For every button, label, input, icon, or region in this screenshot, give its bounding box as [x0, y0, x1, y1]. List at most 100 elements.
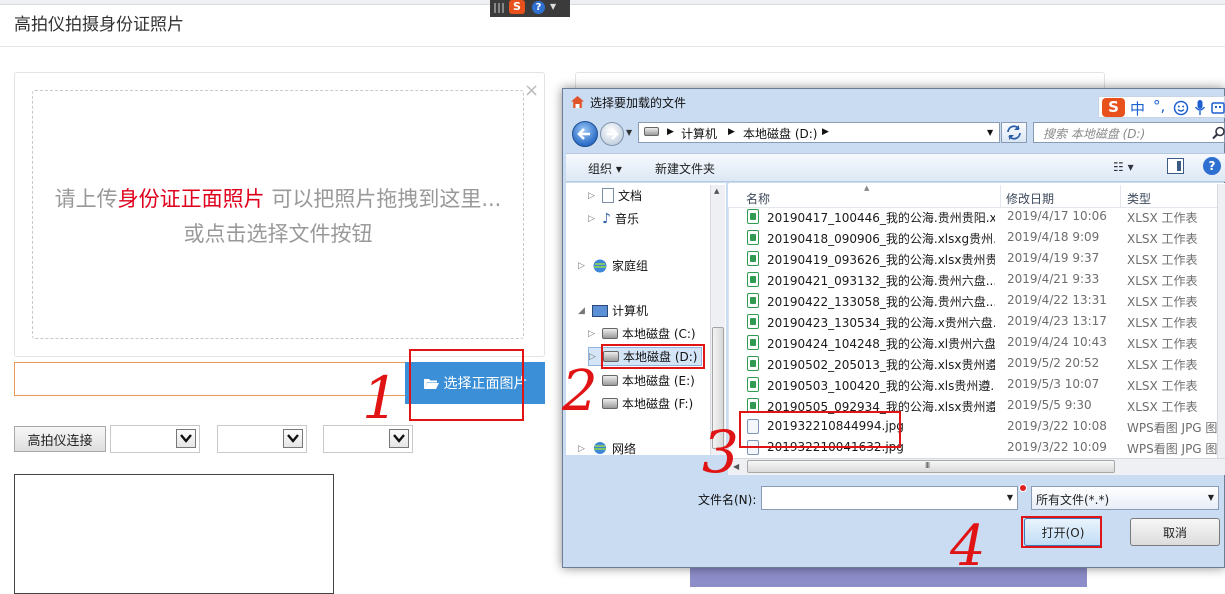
chevron-down-icon[interactable]: ▼: [1007, 493, 1013, 502]
recent-locations-dropdown[interactable]: ▼: [626, 128, 632, 137]
organize-menu[interactable]: 组织 ▾: [588, 160, 622, 177]
preview-pane-icon[interactable]: [1167, 158, 1184, 174]
dropdown-button[interactable]: [176, 429, 196, 448]
spreadsheet-file-icon: [747, 314, 759, 329]
chevron-down-icon: [287, 434, 299, 443]
drive-icon: [602, 328, 618, 339]
tree-item-computer[interactable]: ◢ 计算机: [578, 302, 648, 319]
ime-toolbar[interactable]: S 中 °,: [1098, 96, 1225, 118]
tree-item-music[interactable]: ▷ ♪ 音乐: [588, 210, 639, 227]
scroll-left-icon[interactable]: ◀: [733, 462, 739, 471]
chevron-down-icon[interactable]: ▼: [550, 2, 556, 11]
expand-arrow-icon[interactable]: ▷: [589, 352, 599, 362]
music-icon: ♪: [602, 210, 611, 227]
filename-input[interactable]: ▼: [761, 486, 1018, 510]
emoji-icon[interactable]: [1173, 100, 1189, 116]
drop-text-pre: 请上传: [54, 187, 118, 211]
spreadsheet-file-icon: [747, 272, 759, 287]
expand-arrow-icon[interactable]: ▷: [578, 261, 588, 271]
refresh-button[interactable]: [1001, 122, 1027, 143]
file-type: XLSX 工作表: [1127, 295, 1198, 309]
new-folder-button[interactable]: 新建文件夹: [655, 160, 715, 177]
tree-item-label: 本地磁盘 (C:): [622, 327, 696, 341]
list-vertical-scrollbar[interactable]: [1217, 184, 1225, 458]
camera-connect-button[interactable]: 高拍仪连接: [14, 426, 106, 452]
file-name: 20190422_133058_我的公海.贵州六盘...: [767, 295, 995, 309]
tree-scrollbar[interactable]: ▲: [710, 185, 725, 455]
scrollbar-thumb[interactable]: [747, 460, 1115, 473]
dropdown-button[interactable]: [283, 429, 303, 448]
resolution-select[interactable]: [217, 425, 307, 453]
column-separator[interactable]: [1120, 185, 1121, 207]
chevron-down-icon[interactable]: ▼: [1208, 493, 1214, 502]
expand-arrow-icon[interactable]: ▷: [578, 444, 588, 454]
tree-item-documents[interactable]: ▷ 文档: [588, 187, 642, 204]
file-name: 20190423_130534_我的公海.x贵州六盘...: [767, 316, 995, 330]
chevron-down-icon[interactable]: ▼: [987, 128, 993, 137]
tree-item-drive-f[interactable]: 本地磁盘 (F:): [588, 395, 693, 412]
expand-arrow-icon[interactable]: ▷: [588, 214, 598, 224]
grip-icon[interactable]: [494, 3, 504, 13]
app-icon: [570, 95, 585, 109]
column-name[interactable]: 名称: [746, 190, 770, 207]
cancel-button[interactable]: 取消: [1130, 518, 1220, 546]
help-icon[interactable]: ?: [1203, 157, 1221, 175]
sogou-logo-icon[interactable]: S: [1102, 98, 1125, 117]
column-type[interactable]: 类型: [1127, 190, 1151, 207]
scrollbar-thumb[interactable]: [712, 327, 724, 449]
device-select[interactable]: [110, 425, 200, 453]
expand-arrow-icon[interactable]: ▷: [588, 191, 598, 201]
tree-item-homegroup[interactable]: ▷ 家庭组: [578, 257, 648, 274]
microphone-icon[interactable]: [1194, 99, 1206, 116]
help-icon[interactable]: ?: [532, 1, 545, 14]
spreadsheet-file-icon: [747, 335, 759, 350]
close-icon[interactable]: ×: [524, 80, 539, 101]
search-input[interactable]: 搜索 本地磁盘 (D:): [1033, 122, 1225, 143]
file-path-input[interactable]: [14, 362, 406, 396]
file-date: 2019/5/2 20:52: [1007, 356, 1100, 370]
ime-punctuation[interactable]: °,: [1153, 97, 1165, 115]
file-type: XLSX 工作表: [1127, 274, 1198, 288]
back-button[interactable]: [572, 121, 598, 147]
drop-instructions: 请上传身份证正面照片 可以把照片拖拽到这里... 或点击选择文件按钮: [52, 182, 504, 252]
tree-item-network[interactable]: ▷ 网络: [578, 440, 636, 457]
keyboard-icon[interactable]: [1211, 101, 1225, 115]
forward-button[interactable]: [600, 122, 624, 146]
tree-item-drive-e[interactable]: 本地磁盘 (E:): [588, 372, 695, 389]
spreadsheet-file-icon: [747, 377, 759, 392]
expand-arrow-icon[interactable]: ▷: [588, 329, 598, 339]
file-type: XLSX 工作表: [1127, 337, 1198, 351]
column-separator[interactable]: [1000, 185, 1001, 207]
file-name: 20190418_090906_我的公海.xlsxg贵州...: [767, 232, 995, 246]
file-date: 2019/4/24 10:43: [1007, 335, 1107, 349]
search-icon[interactable]: [1212, 126, 1225, 140]
tree-item-label: 家庭组: [612, 259, 649, 273]
page-title: 高拍仪拍摄身份证照片: [14, 15, 184, 35]
spreadsheet-file-icon: [747, 293, 759, 308]
tree-item-label: 文档: [618, 189, 643, 203]
collapse-arrow-icon[interactable]: ◢: [578, 306, 588, 316]
breadcrumb-separator-icon[interactable]: ▶: [728, 127, 735, 137]
sogou-logo-icon[interactable]: S: [509, 0, 525, 14]
ime-mini-toolbar[interactable]: S ? ▼: [490, 0, 570, 17]
scrollbar-grip: III: [925, 461, 930, 470]
breadcrumb-separator-icon[interactable]: ▶: [667, 127, 674, 137]
file-date: 2019/5/5 9:30: [1007, 398, 1092, 412]
format-select[interactable]: [323, 425, 413, 453]
file-type-select[interactable]: 所有文件(*.*) ▼: [1031, 486, 1219, 510]
dropdown-button[interactable]: [389, 429, 409, 448]
tree-item-drive-c[interactable]: ▷ 本地磁盘 (C:): [588, 325, 696, 342]
drive-icon: [602, 375, 618, 386]
column-date[interactable]: 修改日期: [1006, 190, 1054, 207]
breadcrumb-drive-d[interactable]: 本地磁盘 (D:): [743, 125, 817, 142]
breadcrumb-separator-icon[interactable]: ▶: [822, 127, 829, 137]
filename-label: 文件名(N):: [698, 493, 757, 507]
file-type: WPS看图 JPG 图: [1127, 421, 1218, 435]
file-name: 20190421_093132_我的公海.贵州六盘...: [767, 274, 995, 288]
scroll-up-icon[interactable]: ▲: [714, 187, 719, 195]
breadcrumb-computer[interactable]: 计算机: [681, 125, 717, 142]
homegroup-icon: [593, 259, 607, 273]
view-options-button[interactable]: ☷ ▾: [1113, 160, 1134, 174]
ime-language[interactable]: 中: [1130, 98, 1145, 119]
address-bar[interactable]: ▶ 计算机 ▶ 本地磁盘 (D:) ▶ ▼: [638, 122, 1000, 143]
